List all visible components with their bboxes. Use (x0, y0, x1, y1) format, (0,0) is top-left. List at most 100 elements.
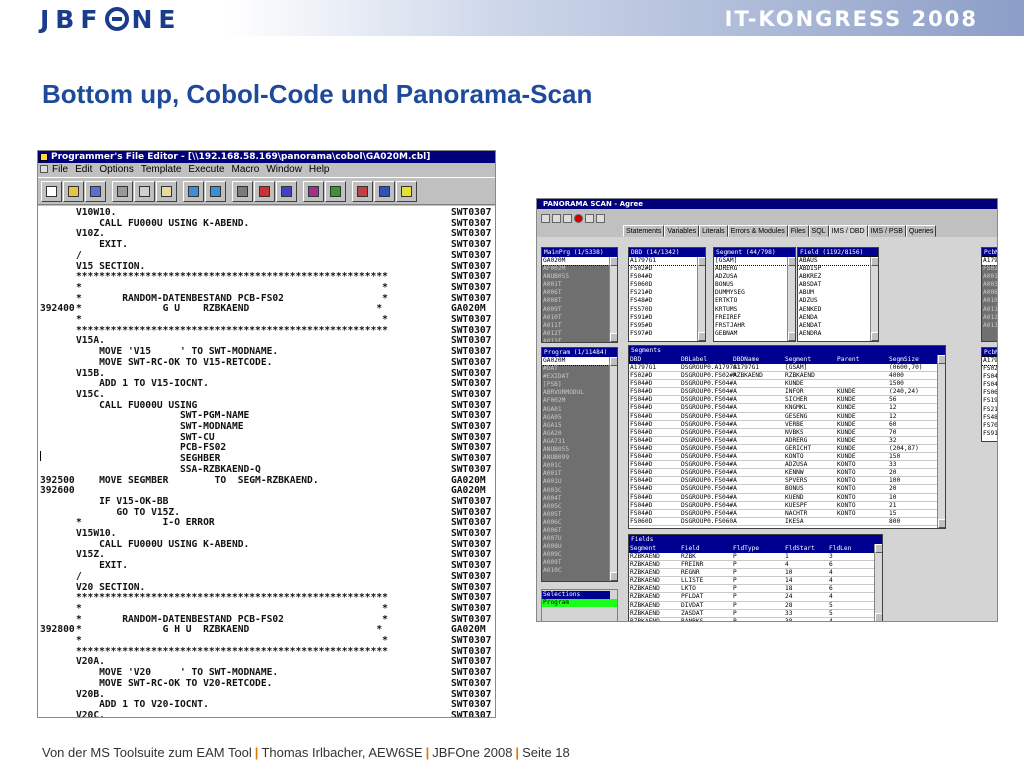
segments-row[interactable]: FS04#D DSGROUP0.FS04#A KUEND KONTO 10 (629, 494, 945, 502)
program-item[interactable]: #DAT (542, 365, 617, 373)
fields-row[interactable]: RZBKAEND LLISTE P 14 4 (629, 577, 882, 586)
segments-col-dblabel[interactable]: DBLabel (681, 355, 707, 364)
save-button[interactable] (85, 181, 106, 202)
dbd-item[interactable]: FS97#D (629, 330, 705, 338)
dbd-item[interactable]: FS04#D (629, 273, 705, 281)
segments-col-parent[interactable]: Parent (837, 355, 859, 364)
field-item[interactable]: ABDISP (798, 265, 878, 273)
run-icon[interactable] (585, 214, 594, 223)
fields-scrollbar[interactable] (874, 544, 882, 621)
fields-row[interactable]: RZBKAEND FREINR P 4 6 (629, 561, 882, 570)
save-icon[interactable] (541, 214, 550, 223)
fields-col-field[interactable]: Field (681, 544, 700, 553)
segment-item[interactable]: ADRERG (714, 265, 795, 273)
segments-col-dbdname[interactable]: DBDName (733, 355, 759, 364)
pcbnr2-item[interactable]: FS91 (982, 430, 997, 438)
field-item[interactable]: ABUM (798, 289, 878, 297)
pcbnr2-item[interactable]: A179 (982, 355, 997, 367)
fields-col-fldstart[interactable]: FldStart (785, 544, 815, 553)
fields-col-fldlen[interactable]: FldLen (829, 544, 851, 553)
tab-statements[interactable]: Statements (623, 225, 665, 237)
program-item[interactable]: #EXIDAT (542, 373, 617, 381)
abc-case-button[interactable] (374, 181, 395, 202)
program-item[interactable]: A005T (542, 511, 617, 519)
info-icon[interactable] (596, 214, 605, 223)
program-item[interactable]: ANUB099 (542, 454, 617, 462)
segments-row[interactable]: FS04#D DSGROUP0.FS04#A SICHER KUNDE 56 (629, 396, 945, 405)
program-scrollbar[interactable] (609, 357, 617, 581)
dbd-item[interactable]: FS02#D (629, 265, 705, 273)
tab-variables[interactable]: Variables (664, 225, 700, 237)
dbd-list[interactable]: DBD (14/1342) A1797G1 FS02#D FS04#D FS060D F… (628, 247, 706, 342)
program-item[interactable]: AGA15 (542, 422, 617, 430)
fields-row[interactable]: RZBKAEND PFLDAT P 24 4 (629, 593, 882, 602)
segments-row[interactable]: FS060D DSGROUP0.FS060A IKESA 800 (629, 518, 945, 526)
mainprg-item[interactable]: GA020M (542, 255, 617, 267)
field-item[interactable]: AENDAT (798, 322, 878, 330)
program-item[interactable]: A007U (542, 535, 617, 543)
field-item[interactable]: ABKREZ (798, 273, 878, 281)
mainprg-item[interactable]: A010T (542, 314, 617, 322)
program-item[interactable]: ANUB055 (542, 446, 617, 454)
tab-errors-modules[interactable]: Errors & Modules (727, 225, 788, 237)
segment-item[interactable]: [GSAM] (714, 255, 795, 267)
program-item[interactable]: A008U (542, 543, 617, 551)
fields-row[interactable]: RZBKAEND LKTO P 18 6 (629, 585, 882, 594)
fields-table[interactable]: Fields Segment Field FldType FldStart FldLen… (628, 534, 883, 621)
pcbnr-item[interactable]: A011 (982, 306, 997, 314)
pcbnr-list[interactable]: PcbNr A179FS02A001A003A008A010A011A012A0… (981, 247, 997, 342)
field-item[interactable]: AENKED (798, 306, 878, 314)
pcbnr2-item[interactable]: FS48 (982, 414, 997, 422)
program-item[interactable]: AGA20 (542, 430, 617, 438)
tab-ims-psb[interactable]: IMS / PSB (867, 225, 906, 237)
segment-item[interactable]: ADZUSA (714, 273, 795, 281)
program-item[interactable]: A006C (542, 519, 617, 527)
pcbnr2-item[interactable]: FS04 (982, 381, 997, 389)
mainprg-item[interactable]: A001T (542, 281, 617, 289)
find-next-button[interactable] (205, 181, 226, 202)
segment-item[interactable]: BONUS (714, 281, 795, 289)
editor-title-bar[interactable]: Programmer's File Editor - [\\192.168.58… (38, 151, 495, 163)
mainprg-item[interactable]: A006T (542, 289, 617, 297)
mainprg-item[interactable]: A008T (542, 297, 617, 305)
segments-row[interactable]: FS04#D DSGROUP0.FS04#A VERBE KUNDE 60 (629, 421, 945, 429)
paste-button[interactable] (156, 181, 177, 202)
program-item[interactable]: A009C (542, 551, 617, 559)
segment-item[interactable]: GEBNAM (714, 330, 795, 338)
segments-row[interactable]: FS04#D DSGROUP0.FS04#A KNGMKL KUNDE 12 (629, 404, 945, 413)
segments-row[interactable]: FS04#D DSGROUP0.FS04#A KUNDE 1500 (629, 380, 945, 389)
dbd-item[interactable]: FS91#D (629, 314, 705, 322)
mainprg-item[interactable]: AF002M (542, 265, 617, 273)
pcbnr-item[interactable]: A001 (982, 273, 997, 281)
segments-row[interactable]: FS04#D DSGROUP0.FS04#A INFOR KUNDE (240,24) (629, 388, 945, 397)
program-item[interactable]: GA020M (542, 355, 617, 367)
pcbnr-item[interactable]: FS02 (982, 265, 997, 273)
segments-row[interactable]: FS04#D DSGROUP0.FS04#A KONTO KUNDE 150 (629, 453, 945, 462)
field-item[interactable]: ABSDAT (798, 281, 878, 289)
segments-row[interactable]: FS02#D DSGROUP0.FS02#A RZBKAEND RZBKAEND 400… (629, 372, 945, 381)
dbd-item[interactable]: A1797G1 (629, 255, 705, 267)
field-list[interactable]: Field (1192/8156) ABAUS ABDISP ABKREZ ABSDA… (797, 247, 879, 342)
fields-row[interactable]: RZBKAEND BANBKS P 38 4 (629, 618, 882, 621)
open-icon[interactable] (552, 214, 561, 223)
program-item[interactable]: A001T (542, 470, 617, 478)
dbd-item[interactable]: FS060D (629, 281, 705, 289)
field-item[interactable]: AENDRA (798, 330, 878, 338)
segments-row[interactable]: FS04#D DSGROUP0.FS04#A BONUS KONTO 20 (629, 485, 945, 494)
settings-button[interactable] (325, 181, 346, 202)
program-item[interactable]: A006T (542, 527, 617, 535)
segment-item[interactable]: FRSTJAHR (714, 322, 795, 330)
pcbnr-item[interactable]: A179 (982, 255, 997, 267)
mainprg-item[interactable]: A012T (542, 330, 617, 338)
document-icon[interactable] (40, 165, 48, 173)
pcbnr2-item[interactable]: FS04 (982, 373, 997, 381)
field-scrollbar[interactable] (870, 257, 878, 341)
tab-sql[interactable]: SQL (808, 225, 829, 237)
pcbnr2-item[interactable]: FS19 (982, 397, 997, 405)
pcbnr2-item[interactable]: FS02 (982, 365, 997, 373)
segments-row[interactable]: FS04#D DSGROUP0.FS04#A NVBKS KUNDE 70 (629, 429, 945, 437)
program-item[interactable]: ABRVORMODUL (542, 389, 617, 397)
mainprg-item[interactable]: ANUB055 (542, 273, 617, 281)
cut-button[interactable] (112, 181, 133, 202)
find-button[interactable] (183, 181, 204, 202)
